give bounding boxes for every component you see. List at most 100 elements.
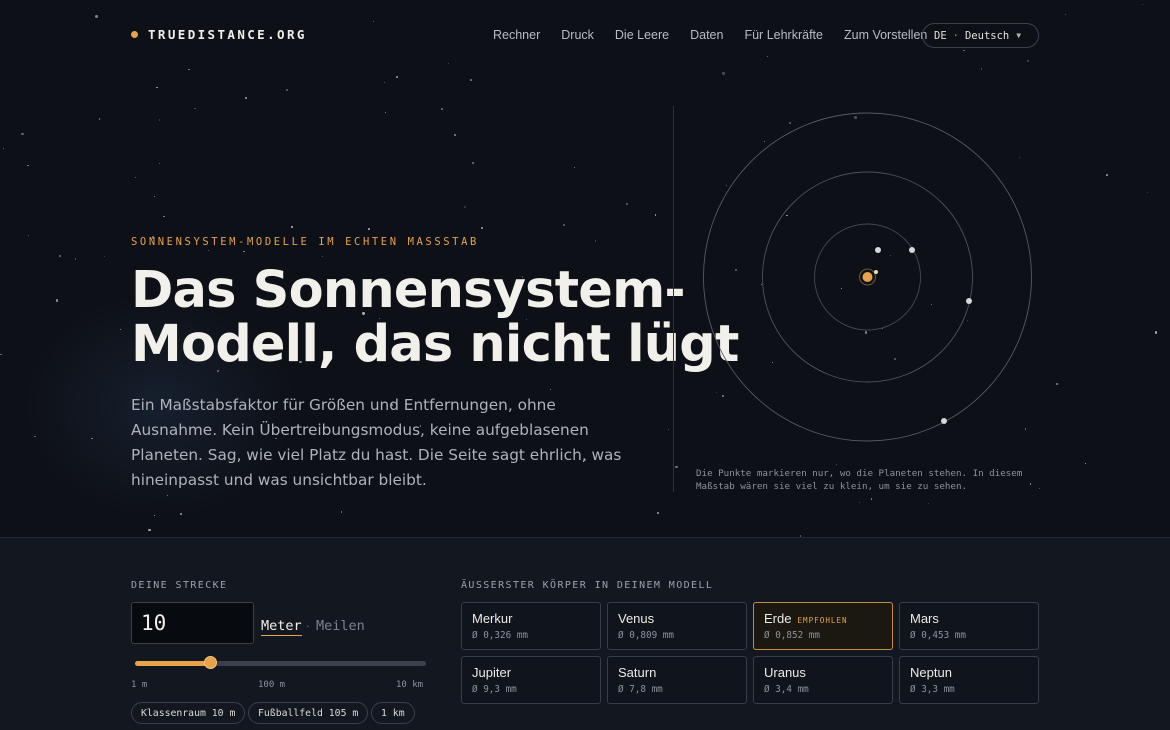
planet-card-jupiter[interactable]: Jupiter Ø 9,3 mm	[461, 656, 601, 704]
star	[368, 228, 370, 231]
star	[722, 72, 725, 75]
star	[188, 68, 190, 71]
star	[3, 147, 5, 149]
star	[980, 68, 983, 70]
planet-dot	[875, 247, 881, 253]
star	[858, 501, 860, 503]
planet-card-saturn[interactable]: Saturn Ø 7,8 mm	[607, 656, 747, 704]
planet-card-erde[interactable]: Erde EMPFOHLEN Ø 0,852 mm	[753, 602, 893, 650]
planet-name: Mars	[910, 611, 939, 626]
star	[21, 132, 24, 135]
star	[1056, 383, 1058, 385]
language-name: Deutsch	[964, 29, 1010, 42]
nav-link-die-leere[interactable]: Die Leere	[615, 28, 669, 42]
planet-diameter: Ø 9,3 mm	[472, 684, 517, 695]
star	[573, 166, 575, 168]
star	[1027, 60, 1029, 62]
star	[385, 111, 387, 113]
star	[1154, 331, 1158, 334]
star	[871, 498, 873, 500]
star	[163, 215, 166, 218]
planet-name: Saturn	[618, 665, 657, 680]
star	[373, 21, 375, 23]
slider-tick-mid: 100 m	[258, 680, 286, 690]
nav-link-vorstellen[interactable]: Zum Vorstellen	[844, 28, 927, 42]
unit-toggle-miles[interactable]: Meilen	[316, 618, 365, 634]
nav-link-rechner[interactable]: Rechner	[493, 28, 540, 42]
sun-icon	[862, 272, 873, 282]
planet-diameter: Ø 0,326 mm	[472, 630, 528, 641]
planet-card-uranus[interactable]: Uranus Ø 3,4 mm	[753, 656, 893, 704]
star	[1084, 462, 1087, 465]
planet-dot	[966, 298, 972, 304]
star	[1106, 174, 1108, 176]
star	[563, 224, 565, 226]
star	[243, 250, 245, 252]
star	[291, 226, 293, 228]
star	[453, 133, 456, 136]
star	[463, 206, 466, 209]
star	[95, 15, 98, 18]
star	[472, 162, 474, 164]
main-nav: Rechner Druck Die Leere Daten Für Lehrkr…	[493, 28, 948, 42]
star	[134, 177, 136, 179]
star	[1141, 3, 1143, 5]
recommended-badge: EMPFOHLEN	[797, 616, 848, 625]
star	[207, 249, 210, 251]
distance-slider[interactable]	[135, 661, 426, 666]
brand-dot-icon	[131, 31, 138, 38]
star	[594, 240, 597, 242]
star	[396, 76, 398, 78]
brand-logo[interactable]: TRUEDISTANCE.ORG	[131, 27, 307, 42]
star	[158, 162, 160, 164]
preset-chip-football[interactable]: Fußballfeld 105 m	[248, 702, 369, 724]
star	[55, 299, 58, 302]
star	[928, 502, 930, 504]
star	[340, 511, 342, 513]
planet-diameter: Ø 0,809 mm	[618, 630, 674, 641]
planet-name: Merkur	[472, 611, 513, 626]
page-title: Das Sonnensystem- Modell, das nicht lügt	[131, 264, 739, 372]
star	[156, 86, 158, 88]
star	[667, 428, 670, 430]
preset-chip-classroom[interactable]: Klassenraum 10 m	[131, 702, 246, 724]
planet-diameter: Ø 0,453 mm	[910, 630, 966, 641]
unit-toggle-meter[interactable]: Meter	[261, 618, 302, 636]
star	[74, 258, 77, 260]
planet-diameter: Ø 3,3 mm	[910, 684, 955, 695]
star	[153, 196, 155, 198]
planet-card-venus[interactable]: Venus Ø 0,809 mm	[607, 602, 747, 650]
star	[441, 107, 443, 110]
planet-name: Venus	[618, 611, 655, 626]
star	[286, 88, 289, 91]
star	[657, 512, 659, 515]
star	[835, 464, 838, 466]
planet-card-neptun[interactable]: Neptun Ø 3,3 mm	[899, 656, 1039, 704]
star	[766, 55, 768, 57]
star	[27, 164, 29, 167]
nav-link-lehrkraefte[interactable]: Für Lehrkräfte	[744, 28, 823, 42]
planet-name: Jupiter	[472, 665, 512, 680]
star	[963, 49, 965, 52]
nav-link-druck[interactable]: Druck	[561, 28, 594, 42]
language-select[interactable]: DE · Deutsch ▼	[922, 23, 1039, 48]
star	[383, 81, 386, 84]
distance-label: DEINE STRECKE	[131, 580, 228, 591]
planet-card-mars[interactable]: Mars Ø 0,453 mm	[899, 602, 1039, 650]
star	[470, 79, 472, 81]
preset-chip-1km[interactable]: 1 km	[371, 702, 415, 724]
planet-card-merkur[interactable]: Merkur Ø 0,326 mm	[461, 602, 601, 650]
orbit-caption: Die Punkte markieren nur, wo die Planete…	[696, 468, 1023, 492]
star	[675, 465, 678, 469]
star	[1146, 192, 1149, 194]
star	[245, 97, 248, 99]
hero-eyebrow: SONNENSYSTEM-MODELLE IM ECHTEN MASSSTAB	[131, 236, 479, 248]
star	[28, 234, 30, 237]
orbit-diagram	[703, 112, 1032, 442]
star	[549, 388, 551, 390]
distance-input[interactable]: 10	[131, 602, 254, 644]
star	[148, 528, 151, 532]
planet-dot-near	[874, 270, 878, 274]
nav-link-daten[interactable]: Daten	[690, 28, 723, 42]
star	[104, 256, 106, 258]
